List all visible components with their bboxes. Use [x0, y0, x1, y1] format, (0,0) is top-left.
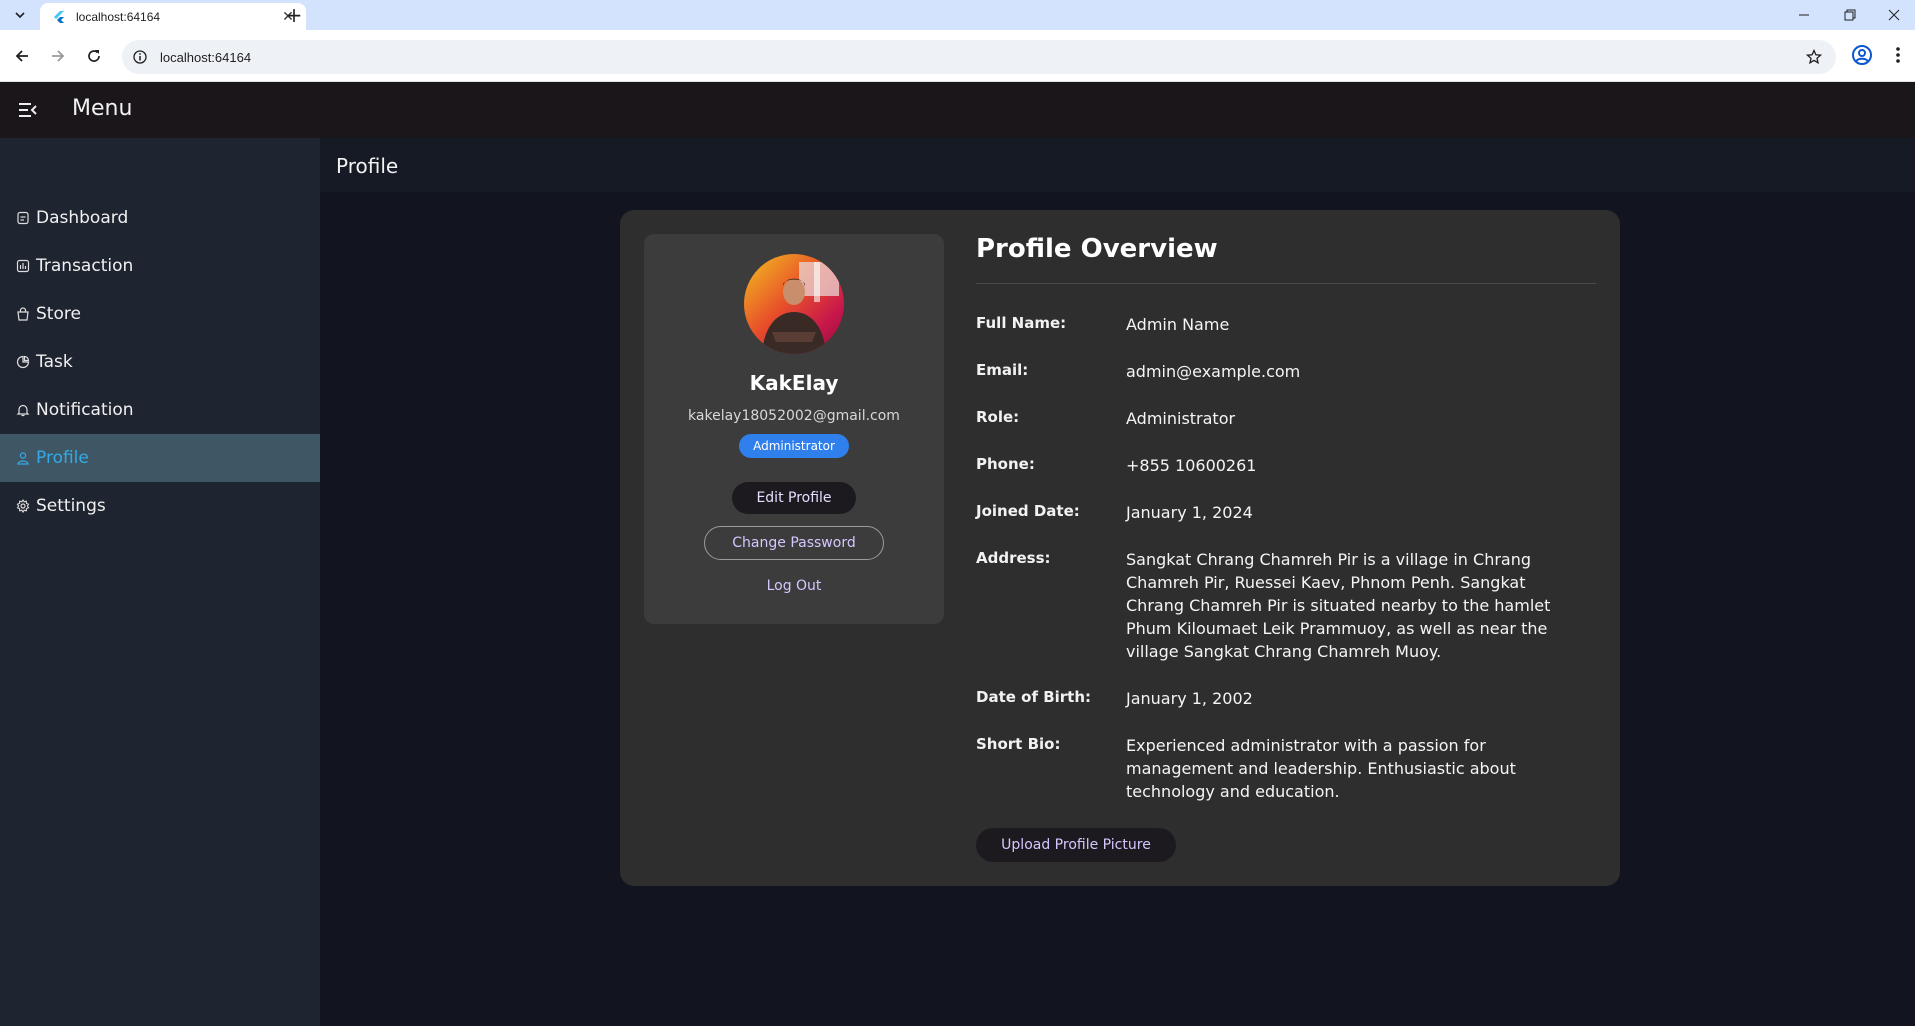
- field-label-phone: Phone:: [976, 455, 1035, 473]
- browser-toolbar: localhost:64164: [0, 30, 1915, 82]
- field-value-email: admin@example.com: [1126, 362, 1301, 381]
- field-value-address: Sangkat Chrang Chamreh Pir is a village …: [1126, 550, 1551, 661]
- bookmark-star-icon[interactable]: [1805, 48, 1823, 69]
- forward-arrow-icon[interactable]: [44, 42, 72, 70]
- sidebar-item-task[interactable]: Task: [0, 338, 320, 386]
- app-root: Menu Dashboard Transaction Store Task No…: [0, 82, 1915, 1026]
- edit-profile-button[interactable]: Edit Profile: [732, 482, 856, 514]
- field-label-full-name: Full Name:: [976, 314, 1067, 332]
- minimize-icon[interactable]: [1781, 0, 1827, 30]
- sidebar-item-store[interactable]: Store: [0, 290, 320, 338]
- sidebar-item-label: Transaction: [36, 256, 134, 276]
- menu-collapse-icon[interactable]: [18, 101, 38, 119]
- change-password-button[interactable]: Change Password: [704, 526, 884, 560]
- sidebar-item-label: Notification: [36, 400, 134, 420]
- chart-icon: [16, 259, 30, 273]
- dashboard-icon: [17, 211, 29, 225]
- sidebar-item-label: Task: [36, 352, 73, 372]
- app-bar: Menu: [0, 82, 1915, 138]
- sidebar-item-label: Profile: [36, 448, 89, 468]
- sidebar-item-notification[interactable]: Notification: [0, 386, 320, 434]
- sidebar-item-label: Dashboard: [36, 208, 129, 228]
- field-value-short-bio: Experienced administrator with a passion…: [1126, 736, 1516, 801]
- sidebar-item-label: Settings: [36, 496, 106, 516]
- store-bag-icon: [17, 307, 29, 321]
- field-value-full-name: Admin Name: [1126, 315, 1230, 334]
- tab-title: localhost:64164: [76, 9, 161, 24]
- overview-title: Profile Overview: [976, 234, 1218, 264]
- sidebar-item-settings[interactable]: Settings: [0, 482, 320, 530]
- browser-tab[interactable]: localhost:64164 ✕: [40, 3, 306, 30]
- upload-profile-picture-button[interactable]: Upload Profile Picture: [976, 828, 1176, 862]
- tab-search-dropdown-icon[interactable]: [8, 5, 32, 25]
- profile-card: KakElay kakelay18052002@gmail.com Admini…: [620, 210, 1620, 886]
- address-bar[interactable]: localhost:64164: [122, 40, 1836, 74]
- field-label-role: Role:: [976, 408, 1020, 426]
- gear-icon: [16, 499, 30, 513]
- field-value-role: Administrator: [1126, 409, 1236, 428]
- browser-tab-bar: localhost:64164 ✕ +: [0, 0, 1915, 30]
- field-label-address: Address:: [976, 549, 1051, 567]
- divider: [976, 283, 1596, 284]
- sidebar: Dashboard Transaction Store Task Notific…: [0, 138, 320, 1026]
- field-label-joined-date: Joined Date:: [976, 502, 1080, 520]
- field-value-phone: +855 10600261: [1126, 456, 1257, 475]
- close-window-icon[interactable]: [1873, 0, 1915, 30]
- sidebar-item-profile[interactable]: Profile: [0, 434, 320, 482]
- task-icon: [16, 355, 30, 369]
- field-value-date-of-birth: January 1, 2002: [1126, 689, 1253, 708]
- content-header: Profile: [320, 138, 1915, 192]
- field-label-short-bio: Short Bio:: [976, 735, 1061, 753]
- avatar: [744, 254, 844, 354]
- user-name: KakElay: [749, 371, 839, 395]
- sidebar-item-label: Store: [36, 304, 81, 324]
- browser-profile-icon[interactable]: [1850, 43, 1874, 71]
- sidebar-item-transaction[interactable]: Transaction: [0, 242, 320, 290]
- user-email: kakelay18052002@gmail.com: [688, 408, 900, 424]
- person-icon: [17, 452, 29, 465]
- field-label-email: Email:: [976, 361, 1029, 379]
- role-badge: Administrator: [739, 434, 849, 458]
- menu-title: Menu: [72, 96, 133, 121]
- page-title: Profile: [336, 154, 399, 178]
- field-value-joined-date: January 1, 2024: [1126, 503, 1253, 522]
- sidebar-item-dashboard[interactable]: Dashboard: [0, 194, 320, 242]
- browser-menu-icon[interactable]: [1886, 43, 1910, 71]
- bell-icon: [16, 404, 30, 417]
- reload-icon[interactable]: [80, 42, 108, 70]
- profile-summary-panel: KakElay kakelay18052002@gmail.com Admini…: [644, 234, 944, 624]
- log-out-button[interactable]: Log Out: [744, 570, 844, 602]
- flutter-favicon-icon: [54, 10, 64, 23]
- field-label-date-of-birth: Date of Birth:: [976, 688, 1092, 706]
- back-arrow-icon[interactable]: [8, 42, 36, 70]
- new-tab-icon[interactable]: +: [282, 3, 306, 27]
- restore-icon[interactable]: [1827, 0, 1873, 30]
- site-info-icon[interactable]: [132, 49, 148, 65]
- url-text: localhost:64164: [160, 49, 252, 65]
